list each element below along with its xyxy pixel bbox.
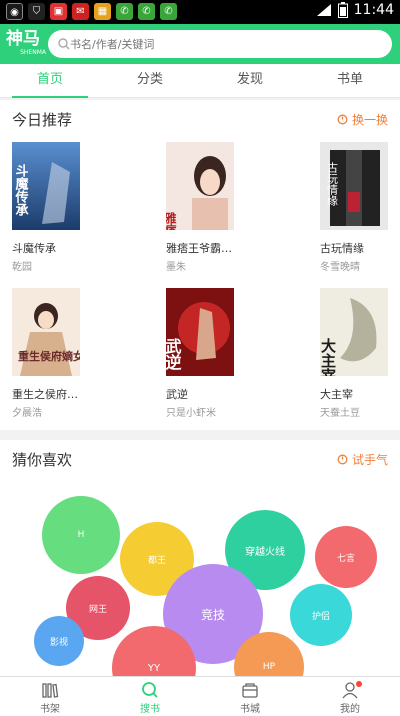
notice-icon: ▣ <box>50 3 67 20</box>
nav-search[interactable]: 搜书 <box>100 677 200 716</box>
battery-icon <box>337 2 348 18</box>
tab-booklist[interactable]: 书单 <box>300 64 400 97</box>
refresh-label: 换一换 <box>351 113 388 127</box>
section-title: 今日推荐 <box>12 111 73 129</box>
bookstore-icon <box>242 683 258 698</box>
book-author: 冬雪晚晴 <box>320 262 360 273</box>
book-author: 乾园 <box>12 262 32 273</box>
tag-bubble[interactable]: 影视 <box>34 616 84 666</box>
tag-bubble[interactable]: 七言 <box>315 526 377 588</box>
book-title: 古玩情缘 <box>320 242 364 255</box>
book-cover: 斗魔传承 <box>12 142 80 230</box>
app-icon: ◉ <box>6 3 23 20</box>
refresh-icon <box>337 454 348 465</box>
nav-label: 书架 <box>40 704 60 715</box>
cover-title: 斗魔传承 <box>13 164 30 217</box>
book-author: 夕晨浩 <box>12 408 42 419</box>
book-author: 墨朱 <box>166 262 186 273</box>
search-input[interactable] <box>70 34 370 54</box>
nav-label: 书城 <box>240 704 260 715</box>
bubble-label: 七言 <box>336 553 355 564</box>
top-tabs: 首页 分类 发现 书单 <box>0 64 400 98</box>
nav-label: 我的 <box>340 704 360 715</box>
tab-category[interactable]: 分类 <box>100 64 200 97</box>
book-title: 武逆 <box>166 388 188 401</box>
bubble-label: H <box>77 530 85 540</box>
book-item[interactable]: 斗魔传承 斗魔传承 乾园 <box>12 142 102 273</box>
nav-bookstore[interactable]: 书城 <box>200 677 300 716</box>
tag-bubble[interactable]: 护侣 <box>290 584 352 646</box>
signal-icon <box>316 4 331 16</box>
guess-like-section: 猜你喜欢 试手气 H 都王 穿越火线 七言 网王 竞技 护侣 影视 YY HP <box>0 440 400 676</box>
cover-title: 雅痞王爷霸乱 <box>166 211 177 230</box>
bubble-label: 影视 <box>49 637 68 648</box>
tag-bubbles: H 都王 穿越火线 七言 网王 竞技 护侣 影视 YY HP <box>0 476 400 676</box>
refresh-button[interactable]: 换一换 <box>337 111 388 128</box>
bubble-label: 护侣 <box>311 611 330 622</box>
cover-title: 武逆 <box>166 337 182 370</box>
store-icon: ▦ <box>94 3 111 20</box>
today-recommend-section: 今日推荐 换一换 斗魔传承 斗魔传承 乾园 雅痞王爷霸乱 雅痞王爷霸… 墨朱 古… <box>0 100 400 430</box>
book-item[interactable]: 大主宰 大主宰 天蚕土豆 <box>320 288 400 419</box>
clock: 11:44 <box>353 2 394 18</box>
refresh-icon <box>337 114 348 125</box>
search-icon <box>58 38 70 50</box>
try-luck-label: 试手气 <box>351 453 388 467</box>
book-title: 斗魔传承 <box>12 242 56 255</box>
book-cover: 大主宰 <box>320 288 388 376</box>
book-item[interactable]: 武逆 武逆 只是小虾米 <box>166 288 256 419</box>
book-item[interactable]: 重生侯府嫡女 重生之侯府… 夕晨浩 <box>12 288 102 419</box>
book-cover: 重生侯府嫡女 <box>12 288 80 376</box>
bubble-label: YY <box>147 662 161 674</box>
logo-text: 神马 <box>6 29 40 49</box>
bookshelf-icon <box>42 683 59 698</box>
book-cover: 武逆 <box>166 288 234 376</box>
book-author: 天蚕土豆 <box>320 408 360 419</box>
book-title: 雅痞王爷霸… <box>166 242 232 255</box>
nav-label: 搜书 <box>140 704 160 715</box>
tab-discover[interactable]: 发现 <box>200 64 300 97</box>
search-icon <box>142 682 158 698</box>
cover-title: 重生侯府嫡女 <box>18 349 80 363</box>
bubble-label: 竞技 <box>200 607 225 622</box>
book-item[interactable]: 古玩情缘 古玩情缘 冬雪晚晴 <box>320 142 400 273</box>
shield-icon: ⛉ <box>28 3 45 20</box>
nav-bookshelf[interactable]: 书架 <box>0 677 100 716</box>
book-item[interactable]: 雅痞王爷霸乱 雅痞王爷霸… 墨朱 <box>166 142 256 273</box>
try-luck-button[interactable]: 试手气 <box>337 451 388 468</box>
tag-bubble[interactable]: H <box>42 496 120 574</box>
bubble-label: 都王 <box>147 555 166 566</box>
wechat-icon: ✆ <box>116 3 133 20</box>
logo-subtext: SHENMA <box>20 49 46 56</box>
section-title: 猜你喜欢 <box>12 451 73 469</box>
book-title: 大主宰 <box>320 388 353 401</box>
notification-badge <box>356 681 362 687</box>
bottom-nav: 书架 搜书 书城 我的 <box>0 676 400 716</box>
cover-title: 大主宰 <box>320 337 337 376</box>
app-header: 神马 SHENMA <box>0 24 400 64</box>
app-logo: 神马 SHENMA <box>6 29 46 61</box>
nav-mine[interactable]: 我的 <box>300 677 400 716</box>
bubble-label: 网王 <box>88 604 107 615</box>
wechat-icon: ✆ <box>138 3 155 20</box>
notification-icons: ◉ ⛉ ▣ ✉ ▦ ✆ ✆ ✆ <box>6 3 177 20</box>
bubble-label: HP <box>262 662 276 672</box>
book-title: 重生之侯府… <box>12 388 78 401</box>
status-bar: ◉ ⛉ ▣ ✉ ▦ ✆ ✆ ✆ 11:44 <box>0 0 400 24</box>
bubble-label: 穿越火线 <box>245 546 285 558</box>
cover-title: 古玩情缘 <box>326 162 339 206</box>
book-author: 只是小虾米 <box>166 408 216 419</box>
tab-home[interactable]: 首页 <box>0 64 100 98</box>
book-cover: 雅痞王爷霸乱 <box>166 142 234 230</box>
wechat-icon: ✆ <box>160 3 177 20</box>
book-cover: 古玩情缘 <box>320 142 388 230</box>
search-bar[interactable] <box>48 30 392 58</box>
news-icon: ✉ <box>72 3 89 20</box>
